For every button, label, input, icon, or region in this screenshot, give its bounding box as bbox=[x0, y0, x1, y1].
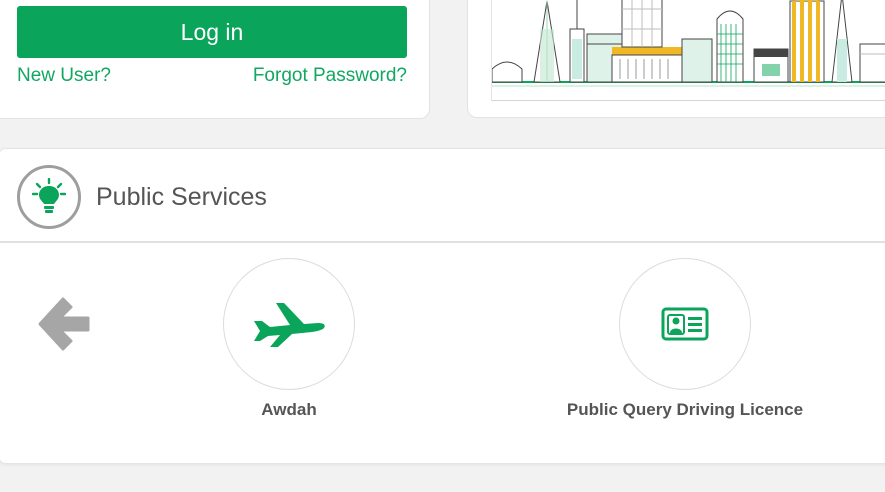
service-driving-licence-label: Public Query Driving Licence bbox=[566, 400, 804, 419]
id-card-icon bbox=[661, 307, 709, 341]
public-services-title: Public Services bbox=[96, 183, 267, 211]
skyline-banner-card bbox=[467, 0, 885, 118]
public-services-header: Public Services bbox=[0, 149, 885, 243]
airplane-icon bbox=[254, 303, 325, 347]
login-card: Log in New User? Forgot Password? bbox=[0, 0, 430, 119]
service-awdah-label: Awdah bbox=[261, 400, 317, 419]
service-driving-licence-circle[interactable] bbox=[619, 258, 751, 390]
lightbulb-icon bbox=[17, 165, 81, 229]
service-driving-licence[interactable]: Public Query Driving Licence bbox=[555, 258, 815, 420]
arrow-left-icon[interactable] bbox=[36, 295, 90, 358]
service-awdah-circle[interactable] bbox=[223, 258, 355, 390]
forgot-password-link[interactable]: Forgot Password? bbox=[253, 65, 407, 87]
login-button[interactable]: Log in bbox=[17, 6, 407, 58]
new-user-link[interactable]: New User? bbox=[17, 65, 111, 87]
skyline-illustration bbox=[491, 0, 885, 101]
service-awdah[interactable]: Awdah bbox=[159, 258, 419, 420]
skyline-image bbox=[492, 0, 885, 87]
